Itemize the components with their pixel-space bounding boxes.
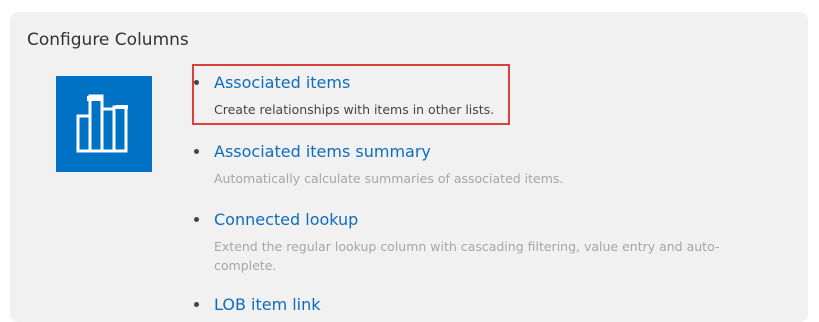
bullet [194,217,199,222]
lob-item-link-link[interactable]: LOB item link [214,294,321,315]
associated-items-summary-link[interactable]: Associated items summary [214,141,431,162]
bullet [194,302,199,307]
associated-items-link[interactable]: Associated items [214,72,350,93]
configure-columns-panel: Configure Columns [10,12,808,322]
configure-columns-tile [56,76,152,172]
associated-items-description: Create relationships with items in other… [214,102,495,117]
associated-items-summary-description: Automatically calculate summaries of ass… [214,171,564,186]
panel-title: Configure Columns [27,30,189,50]
connected-lookup-link[interactable]: Connected lookup [214,209,358,230]
connected-lookup-description: Extend the regular lookup column with ca… [214,239,720,273]
columns-icon [76,94,128,153]
bullet [194,80,199,85]
bullet [194,149,199,154]
